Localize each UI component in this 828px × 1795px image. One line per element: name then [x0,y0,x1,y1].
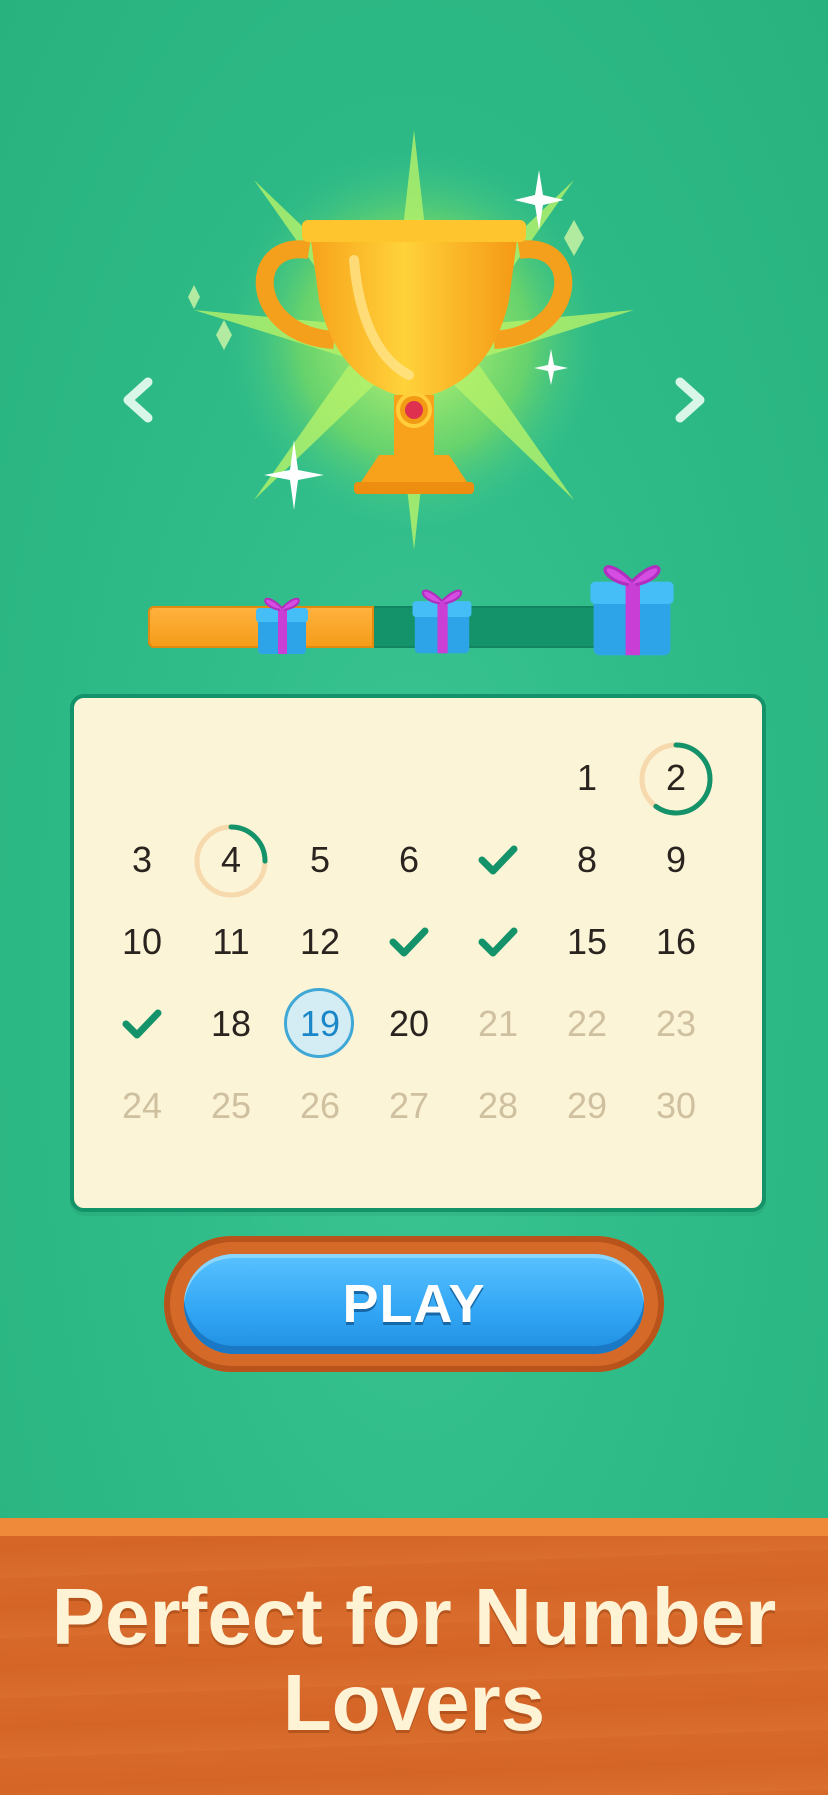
calendar-day-number: 6 [398,839,420,880]
calendar-day-16[interactable]: 16 [632,902,720,982]
calendar-day-24: 24 [98,1066,186,1146]
chevron-left-icon [123,377,153,423]
calendar-day-8[interactable]: 8 [543,820,631,900]
calendar-day-number: 21 [477,1003,519,1044]
calendar-day-number: 11 [212,921,250,962]
calendar-day-4[interactable]: 4 [187,820,275,900]
calendar-day-9[interactable]: 9 [632,820,720,900]
calendar-day-number: 30 [655,1085,697,1126]
gift-box-icon[interactable] [408,574,476,660]
calendar-day-number: 5 [309,839,331,880]
play-button[interactable]: PLAY [184,1254,644,1354]
calendar-day-number: 20 [388,1003,430,1044]
calendar-day-number: 29 [566,1085,608,1126]
calendar-day-number: 22 [566,1003,608,1044]
calendar-day-number: 25 [210,1085,252,1126]
calendar-day-19[interactable]: 19 [276,984,364,1064]
calendar-day-27: 27 [365,1066,453,1146]
banner-top-stripe [0,1518,828,1536]
gift-box-icon[interactable] [252,586,312,658]
promo-headline: Perfect for Number Lovers [0,1574,828,1746]
calendar-day-10[interactable]: 10 [98,902,186,982]
calendar-day-7[interactable] [454,820,542,900]
calendar-day-13[interactable] [365,902,453,982]
checkmark-icon [122,1009,162,1039]
promo-banner: Perfect for Number Lovers [0,1518,828,1795]
play-button-label: PLAY [342,1274,486,1334]
calendar-day-30: 30 [632,1066,720,1146]
calendar-day-25: 25 [187,1066,275,1146]
calendar-day-18[interactable]: 18 [187,984,275,1064]
next-button[interactable] [658,370,718,430]
checkmark-icon [389,927,429,957]
calendar-day-20[interactable]: 20 [365,984,453,1064]
calendar-day-5[interactable]: 5 [276,820,364,900]
promo-headline-line2: Lovers [282,1658,546,1747]
calendar-day-11[interactable]: 11 [187,902,275,982]
daily-challenge-calendar: 1 2 3 4 5 6 8 9 10 11 12 15 16 18 19 20 21 22 23 24 25 26 27 28… [70,694,766,1212]
calendar-day-number: 9 [665,839,687,880]
calendar-day-3[interactable]: 3 [98,820,186,900]
calendar-day-number: 8 [576,839,598,880]
calendar-day-number: 26 [299,1085,341,1126]
play-button-frame: PLAY [164,1236,664,1372]
calendar-day-number: 1 [576,757,598,798]
calendar-day-6[interactable]: 6 [365,820,453,900]
calendar-day-2[interactable]: 2 [632,738,720,818]
calendar-day-1[interactable]: 1 [543,738,631,818]
calendar-day-22: 22 [543,984,631,1064]
checkmark-icon [478,927,518,957]
calendar-day-23: 23 [632,984,720,1064]
calendar-day-29: 29 [543,1066,631,1146]
calendar-day-number: 4 [220,839,242,880]
chevron-right-icon [675,377,705,423]
calendar-day-number: 24 [121,1085,163,1126]
gold-trophy-icon [188,130,634,550]
calendar-day-21: 21 [454,984,542,1064]
calendar-day-number: 3 [131,839,153,880]
calendar-day-14[interactable] [454,902,542,982]
calendar-day-number: 12 [299,921,341,962]
calendar-day-number: 15 [566,921,608,962]
calendar-day-number: 10 [121,921,163,962]
gift-box-icon[interactable] [584,544,680,664]
calendar-day-12[interactable]: 12 [276,902,364,982]
calendar-day-26: 26 [276,1066,364,1146]
checkmark-icon [478,845,518,875]
previous-button[interactable] [110,370,170,430]
calendar-day-number: 2 [665,757,687,798]
calendar-day-number: 18 [210,1003,252,1044]
calendar-day-number: 27 [388,1085,430,1126]
calendar-day-17[interactable] [98,984,186,1064]
calendar-day-28: 28 [454,1066,542,1146]
calendar-day-number: 19 [299,1003,341,1044]
calendar-day-number: 23 [655,1003,697,1044]
calendar-day-15[interactable]: 15 [543,902,631,982]
calendar-day-number: 16 [655,921,697,962]
calendar-day-number: 28 [477,1085,519,1126]
promo-headline-line1: Perfect for Number [51,1572,777,1661]
